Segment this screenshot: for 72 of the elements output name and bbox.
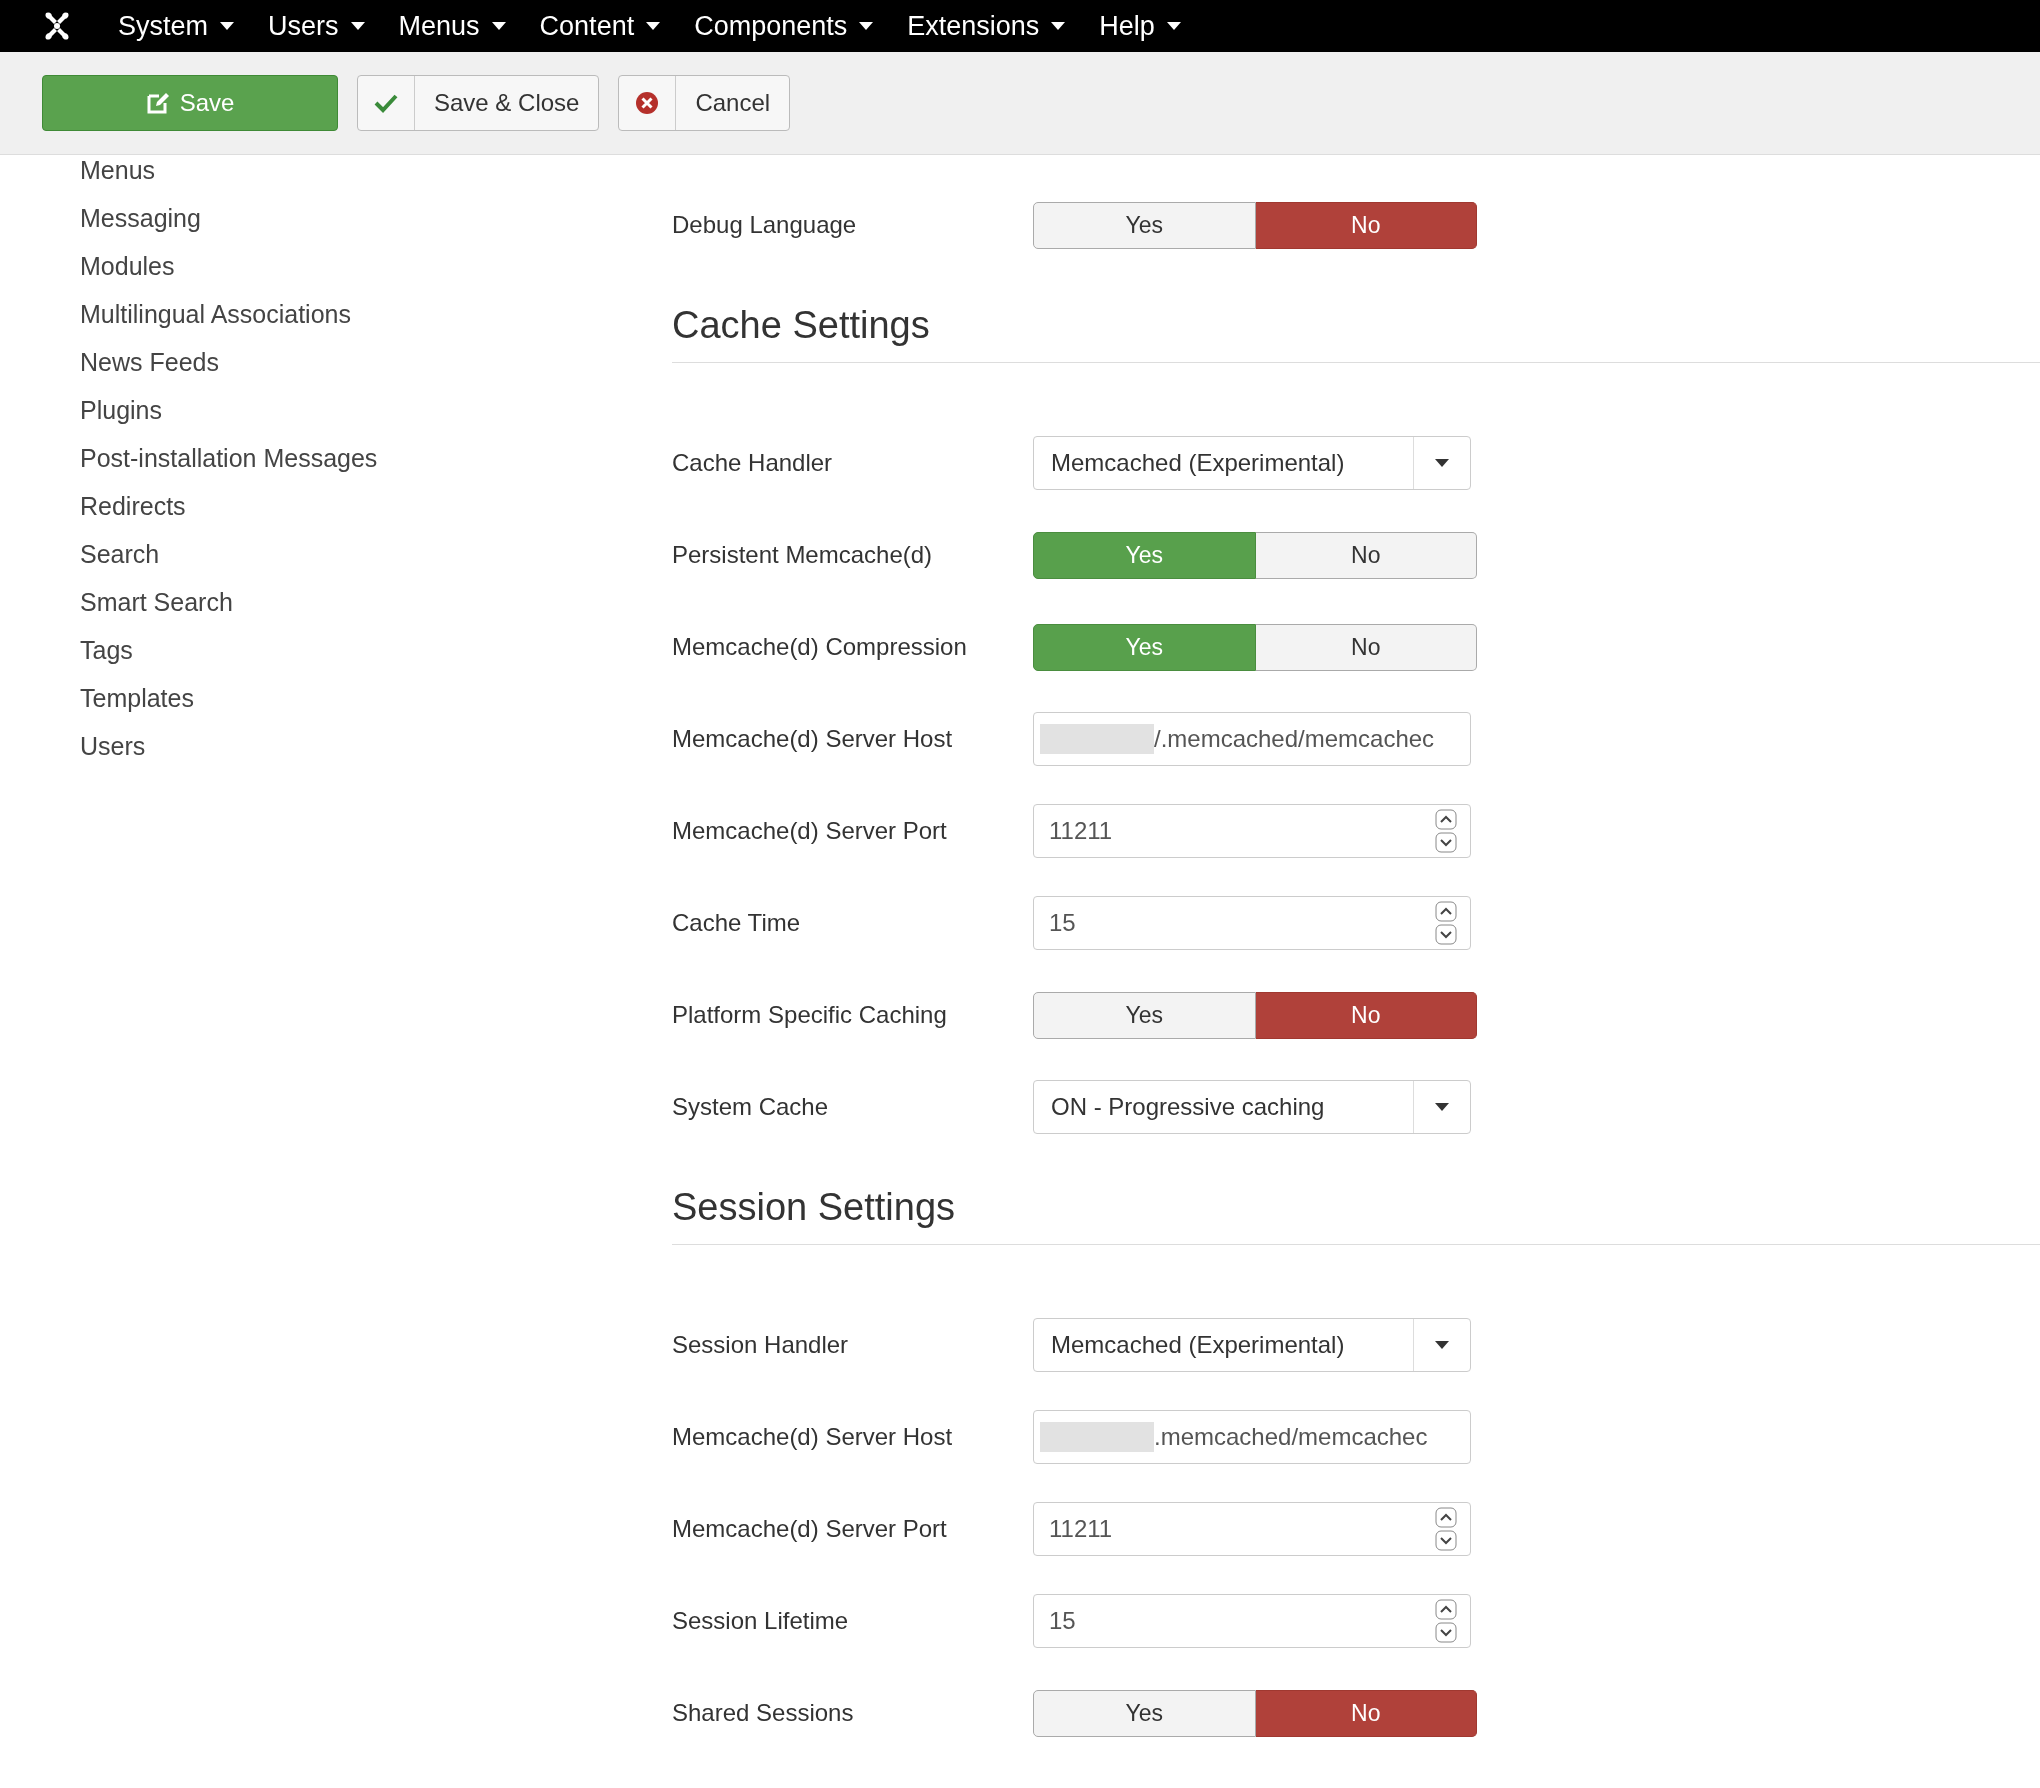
sidebar-item[interactable]: Messaging (80, 200, 201, 238)
toggle-option[interactable]: No (1255, 1689, 1477, 1737)
sidebar-item[interactable]: Redirects (80, 488, 186, 526)
field-label: Debug Language (672, 210, 858, 240)
menu-item[interactable]: Extensions (907, 5, 1066, 47)
sidebar-item[interactable]: Search (80, 536, 160, 574)
caret-icon (491, 22, 506, 30)
number-field[interactable]: 11211 (1033, 1502, 1471, 1556)
field-label: Memcache(d) Server Host (672, 724, 954, 754)
caret-icon (646, 22, 661, 30)
spinner-icon[interactable] (1435, 901, 1457, 945)
caret-icon (859, 22, 874, 30)
spinner-icon[interactable] (1435, 1599, 1457, 1643)
menu-item[interactable]: Users (268, 5, 365, 47)
sidebar-item[interactable]: Multilingual Associations (80, 296, 351, 334)
section-heading: Cache Settings (672, 303, 930, 348)
sidebar-item[interactable]: Modules (80, 248, 175, 286)
toggle-option[interactable]: No (1255, 201, 1477, 249)
field-label: Session Lifetime (672, 1606, 850, 1636)
edit-icon (145, 91, 170, 115)
field-label: System Cache (672, 1092, 830, 1122)
menu-item[interactable]: Components (694, 5, 874, 47)
sidebar-item[interactable]: Plugins (80, 392, 162, 430)
field-label: Persistent Memcache(d) (672, 540, 934, 570)
field-label: Cache Handler (672, 448, 834, 478)
sidebar-item[interactable]: Post-installation Messages (80, 440, 378, 478)
select-field[interactable]: ON - Progressive caching (1033, 1080, 1471, 1134)
menu-item[interactable]: Content (539, 5, 661, 47)
caret-icon (1166, 22, 1181, 30)
spinner-icon[interactable] (1435, 809, 1457, 853)
sidebar-item[interactable]: Templates (80, 680, 194, 718)
host-field[interactable]: /.memcached/memcachec (1033, 712, 1471, 766)
save-close-button[interactable]: Save & Close (357, 75, 600, 131)
field-label: Session Handler (672, 1330, 850, 1360)
field-label: Shared Sessions (672, 1698, 855, 1728)
field-label: Memcache(d) Server Port (672, 1514, 948, 1544)
select-field[interactable]: Memcached (Experimental) (1033, 436, 1471, 490)
sidebar-item[interactable]: Tags (80, 632, 133, 670)
caret-icon (1051, 22, 1066, 30)
caret-icon (1435, 1341, 1449, 1349)
field-label: Memcache(d) Server Port (672, 816, 948, 846)
toggle-option[interactable]: No (1255, 531, 1477, 579)
menu-item[interactable]: Menus (398, 5, 506, 47)
caret-icon (1435, 1103, 1449, 1111)
toggle-option[interactable]: Yes (1033, 201, 1256, 249)
toggle-option[interactable]: Yes (1033, 1689, 1256, 1737)
field-label: Memcache(d) Compression (672, 632, 968, 662)
number-field[interactable]: 11211 (1033, 804, 1471, 858)
menu-item[interactable]: Help (1099, 5, 1181, 47)
toggle-option[interactable]: Yes (1033, 991, 1256, 1039)
select-field[interactable]: Memcached (Experimental) (1033, 1318, 1471, 1372)
cancel-icon (635, 91, 660, 115)
sidebar-item[interactable]: Smart Search (80, 584, 233, 622)
cancel-button[interactable]: Cancel (618, 75, 791, 131)
toggle-option[interactable]: No (1255, 623, 1477, 671)
caret-icon (350, 22, 365, 30)
caret-icon (1435, 459, 1449, 467)
caret-icon (220, 22, 235, 30)
toggle-option[interactable]: No (1255, 991, 1477, 1039)
sidebar-item[interactable]: Users (80, 728, 146, 766)
check-icon (374, 93, 398, 113)
section-heading: Session Settings (672, 1185, 956, 1230)
sidebar-item[interactable]: Menus (80, 155, 156, 190)
spinner-icon[interactable] (1435, 1507, 1457, 1551)
field-label: Cache Time (672, 908, 802, 938)
field-label: Platform Specific Caching (672, 1000, 948, 1030)
field-label: Memcache(d) Server Host (672, 1422, 954, 1452)
sidebar-item[interactable]: News Feeds (80, 344, 219, 382)
number-field[interactable]: 15 (1033, 896, 1471, 950)
number-field[interactable]: 15 (1033, 1594, 1471, 1648)
host-field[interactable]: .memcached/memcachec (1033, 1410, 1471, 1464)
menu-item[interactable]: System (118, 5, 235, 47)
